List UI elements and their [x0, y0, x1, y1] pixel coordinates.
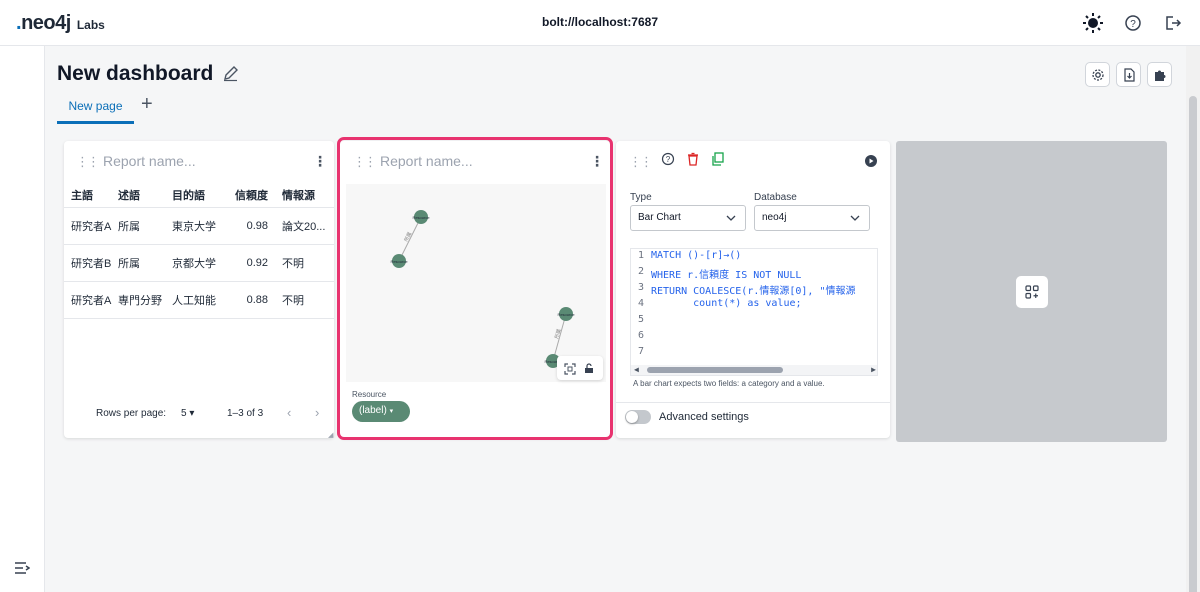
edit-title-icon[interactable] [222, 65, 239, 87]
code-line: 4 count(*) as value; [637, 298, 802, 309]
scrollbar-thumb[interactable] [647, 367, 783, 373]
add-widget-icon [1025, 285, 1039, 299]
help-icon[interactable]: ? [661, 152, 675, 171]
divider [616, 402, 890, 403]
table-row: 研究者A 所属 東京大学 0.98 論文20... [64, 208, 334, 245]
pagination-range: 1–3 of 3 [227, 408, 264, 419]
results-table: 主語 述語 目的語 信頼度 情報源 研究者A 所属 東京大学 0.98 論文20… [64, 182, 334, 319]
table-header: 主語 述語 目的語 信頼度 情報源 [64, 182, 334, 208]
table-cell: 0.98 [246, 220, 268, 232]
table-row: 研究者B 所属 京都大学 0.92 不明 [64, 245, 334, 282]
report-name-input[interactable]: Report name... [103, 153, 196, 169]
puzzle-icon [1154, 70, 1165, 81]
settings-button[interactable] [1085, 62, 1110, 87]
column-header[interactable]: 目的語 [172, 187, 232, 203]
database-label: Database [754, 192, 797, 203]
sidebar-expand-icon[interactable] [14, 561, 31, 580]
next-page-icon[interactable]: › [315, 405, 319, 420]
type-hint: A bar chart expects two fields: a catego… [633, 379, 825, 388]
export-button[interactable] [1116, 62, 1141, 87]
scrollbar-thumb[interactable] [1189, 96, 1197, 592]
type-select[interactable]: Bar Chart [630, 205, 746, 231]
drag-handle-icon[interactable]: ⋮⋮ [76, 154, 100, 170]
table-cell: 研究者A [71, 295, 112, 307]
dashboard-title: New dashboard [57, 62, 214, 85]
drag-handle-icon[interactable]: ⋮⋮ [629, 154, 653, 170]
table-cell: 0.88 [246, 294, 268, 306]
table-cell: 専門分野 [118, 295, 162, 307]
table-cell: 不明 [282, 295, 304, 307]
table-cell: 所属 [118, 258, 140, 270]
left-rail [0, 46, 45, 592]
tab-new-page[interactable]: New page [57, 94, 134, 124]
help-icon[interactable]: ? [1122, 12, 1144, 34]
code-line: 5 [637, 314, 645, 325]
advanced-settings-label: Advanced settings [659, 411, 749, 423]
svg-text:?: ? [1130, 19, 1136, 30]
gear-icon [1091, 68, 1104, 81]
table-row: 研究者A 専門分野 人工知能 0.88 不明 [64, 282, 334, 319]
logout-icon[interactable] [1162, 12, 1184, 34]
svg-text:?: ? [666, 155, 671, 164]
table-cell: 研究者B [71, 258, 112, 270]
resize-handle-icon[interactable]: ◢ [328, 431, 333, 439]
scroll-right-icon[interactable]: ▶ [871, 365, 876, 374]
column-header[interactable]: 述語 [118, 187, 172, 203]
chevron-down-icon [850, 215, 860, 221]
table-cell: 0.92 [246, 257, 268, 269]
column-header[interactable]: 信頼度 [232, 187, 282, 203]
top-bar: .neo4j Labs bolt://localhost:7687 ? [0, 0, 1200, 46]
page-scrollbar[interactable] [1186, 46, 1200, 592]
code-line: 3 RETURN COALESCE(r.情報源[0], "情報源 [637, 282, 856, 297]
table-cell: 東京大学 [172, 221, 216, 233]
extensions-button[interactable] [1147, 62, 1172, 87]
editor-h-scrollbar[interactable]: ◀ ▶ [631, 365, 877, 375]
code-line: 6 [637, 330, 645, 341]
table-cell: 研究者A [71, 221, 112, 233]
sun-icon[interactable] [1082, 12, 1104, 34]
duplicate-icon[interactable] [711, 152, 725, 171]
delete-icon[interactable] [686, 152, 700, 171]
file-download-icon [1123, 67, 1135, 82]
connection-url[interactable]: bolt://localhost:7687 [0, 15, 1200, 29]
add-report-button[interactable] [1016, 276, 1048, 308]
table-cell: 不明 [282, 258, 304, 270]
more-options-icon[interactable]: ⋮ [313, 153, 327, 170]
table-cell: 所属 [118, 221, 140, 233]
selection-highlight [337, 137, 613, 440]
run-query-icon[interactable] [864, 154, 878, 173]
table-cell: 京都大学 [172, 258, 216, 270]
chevron-down-icon [726, 215, 736, 221]
table-cell: 論文20... [282, 221, 326, 233]
column-header[interactable]: 情報源 [282, 187, 334, 203]
rows-per-page-label: Rows per page: [96, 408, 167, 419]
cypher-editor[interactable]: 1 MATCH ()-[r]→() 2 WHERE r.信頼度 IS NOT NUL… [630, 248, 878, 376]
column-header[interactable]: 主語 [64, 187, 118, 203]
code-line: 1 MATCH ()-[r]→() [637, 250, 742, 261]
caret-down-icon: ▾ [189, 408, 195, 419]
code-line: 2 WHERE r.信頼度 IS NOT NULL [637, 266, 802, 281]
table-cell: 人工知能 [172, 295, 216, 307]
rows-per-page-select[interactable]: 5 ▾ [181, 408, 194, 419]
type-label: Type [630, 192, 652, 203]
add-tab-button[interactable]: + [141, 94, 153, 114]
scroll-left-icon[interactable]: ◀ [634, 365, 639, 374]
prev-page-icon[interactable]: ‹ [287, 405, 291, 420]
toggle-knob [626, 411, 638, 423]
code-line: 7 [637, 346, 645, 357]
advanced-settings-toggle[interactable] [625, 410, 651, 424]
database-select[interactable]: neo4j [754, 205, 870, 231]
